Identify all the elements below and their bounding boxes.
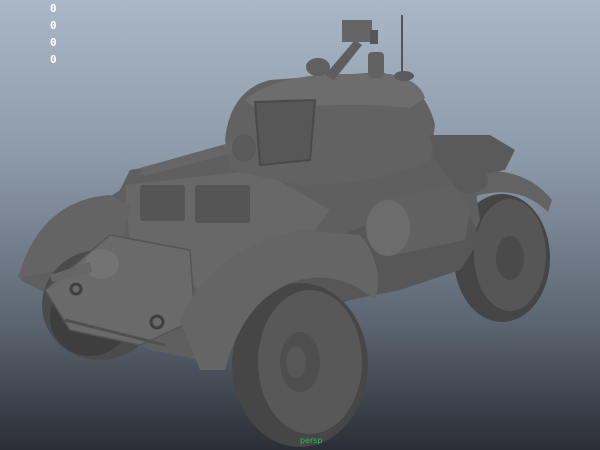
machine-gun: [306, 15, 414, 81]
hud-value-1: 0: [50, 2, 57, 15]
hull-vents: [140, 185, 250, 223]
hud-readout: 0 0 0 0: [50, 0, 57, 68]
hud-value-3: 0: [50, 36, 57, 49]
hud-value-2: 0: [50, 19, 57, 32]
hud-value-4: 0: [50, 53, 57, 66]
armored-car-model[interactable]: [0, 0, 600, 450]
turret-hatch: [253, 98, 317, 167]
maya-viewport[interactable]: 0 0 0 0 persp: [0, 0, 600, 450]
camera-name-label: persp: [300, 436, 323, 445]
